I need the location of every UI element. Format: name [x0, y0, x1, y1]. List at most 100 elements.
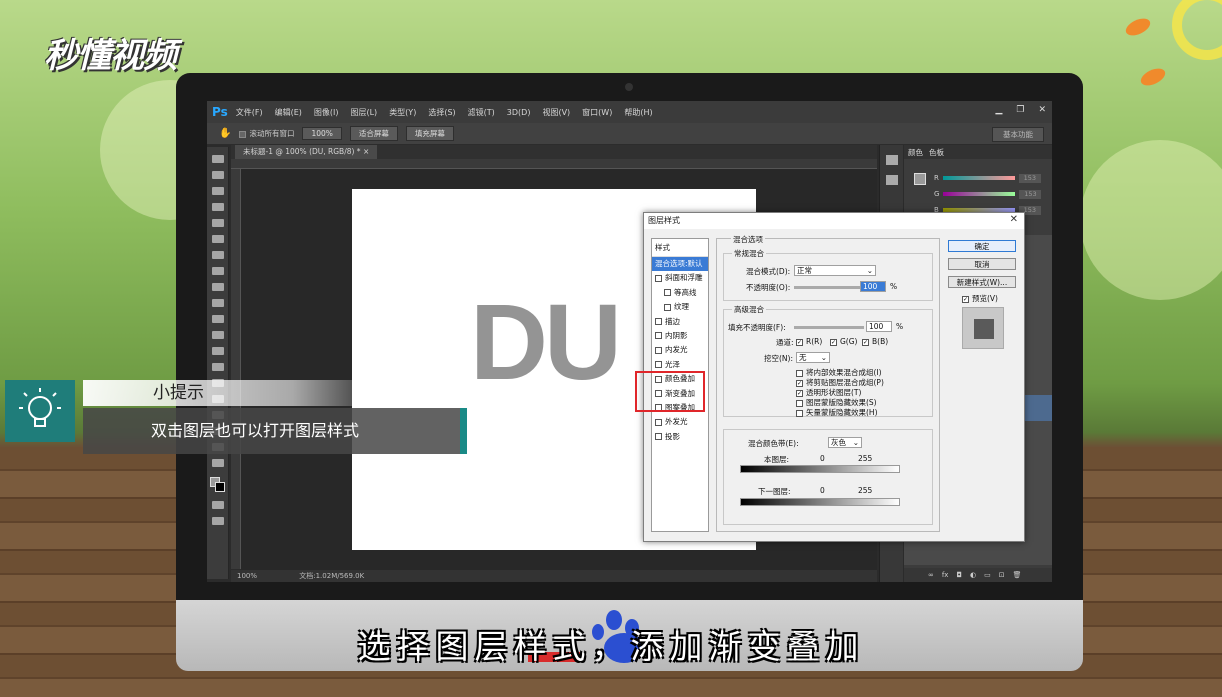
- menu-edit[interactable]: 编辑(E): [275, 107, 302, 118]
- underlying-gradient-slider[interactable]: [740, 498, 900, 506]
- knockout-select[interactable]: 无 ⌄: [796, 352, 830, 363]
- menu-3d[interactable]: 3D(D): [507, 108, 531, 117]
- watermark-logo: 秒懂视频: [44, 36, 177, 76]
- trash-icon[interactable]: 🗑: [1013, 571, 1022, 579]
- zoom-level[interactable]: 100%: [237, 572, 257, 580]
- menu-view[interactable]: 视图(V): [542, 107, 570, 118]
- eyedropper-tool-icon[interactable]: [211, 235, 224, 243]
- folder-icon[interactable]: ▭: [984, 571, 991, 579]
- move-tool-icon[interactable]: [211, 155, 224, 163]
- brush-tool-icon[interactable]: [211, 267, 224, 275]
- hand-tool-icon[interactable]: ✋: [219, 128, 231, 139]
- gradient-tool-icon[interactable]: [211, 331, 224, 339]
- blend-mode-select[interactable]: 正常 ⌄: [794, 265, 876, 276]
- menu-window[interactable]: 窗口(W): [582, 107, 612, 118]
- adjustment-icon[interactable]: ◐: [970, 571, 976, 579]
- status-bar: 100% 文档:1.02M/569.0K: [231, 570, 877, 582]
- opacity-input[interactable]: 100: [860, 281, 886, 292]
- document-tabs: 未标题-1 @ 100% (DU, RGB/8) * ×: [231, 145, 877, 159]
- new-layer-icon[interactable]: ⊡: [999, 571, 1005, 579]
- opacity-slider[interactable]: [794, 286, 864, 289]
- blur-tool-icon[interactable]: [211, 347, 224, 355]
- mask-icon[interactable]: ◘: [956, 571, 962, 579]
- style-outer-glow[interactable]: 外发光: [652, 415, 708, 429]
- advanced-blending-group: 高级混合 填充不透明度(F): 100 % 通道: R(R) G(G) B(B)…: [723, 304, 933, 418]
- foreground-color-swatch[interactable]: [914, 173, 926, 185]
- quick-mask-icon[interactable]: [211, 501, 224, 509]
- style-inner-glow[interactable]: 内发光: [652, 343, 708, 357]
- menu-select[interactable]: 选择(S): [428, 107, 455, 118]
- zoom-tool-icon[interactable]: [211, 459, 224, 467]
- this-layer-gradient-slider[interactable]: [740, 465, 900, 473]
- style-bevel-emboss[interactable]: 斜面和浮雕: [652, 271, 708, 285]
- stamp-tool-icon[interactable]: [211, 283, 224, 291]
- minimize-icon[interactable]: ▁: [995, 105, 1002, 115]
- scroll-all-checkbox[interactable]: 滚动所有窗口: [239, 128, 294, 139]
- document-tab[interactable]: 未标题-1 @ 100% (DU, RGB/8) * ×: [235, 145, 378, 159]
- style-blending-options[interactable]: 混合选项:默认: [652, 257, 708, 272]
- new-style-button[interactable]: 新建样式(W)...: [948, 276, 1016, 288]
- menu-file[interactable]: 文件(F): [236, 107, 263, 118]
- menu-image[interactable]: 图像(I): [314, 107, 339, 118]
- history-panel-icon[interactable]: [885, 155, 898, 165]
- fill-opacity-slider[interactable]: [794, 326, 864, 329]
- underlying-high: 255: [858, 486, 873, 495]
- cancel-button[interactable]: 取消: [948, 258, 1016, 270]
- style-texture[interactable]: 纹理: [652, 300, 708, 314]
- dodge-tool-icon[interactable]: [211, 363, 224, 371]
- screen-mode-icon[interactable]: [211, 517, 224, 525]
- menu-filter[interactable]: 滤镜(T): [468, 107, 495, 118]
- style-contour[interactable]: 等高线: [652, 286, 708, 300]
- style-satin[interactable]: 光泽: [652, 358, 708, 372]
- style-drop-shadow[interactable]: 投影: [652, 430, 708, 444]
- marquee-tool-icon[interactable]: [211, 171, 224, 179]
- fit-screen-button[interactable]: 适合屏幕: [349, 126, 398, 141]
- zoom-100-button[interactable]: 100%: [302, 127, 342, 140]
- menu-help[interactable]: 帮助(H): [624, 107, 652, 118]
- color-panel-tabs: 颜色 色板: [904, 145, 1052, 159]
- leaf-decoration: [1138, 65, 1168, 89]
- channel-r-checkbox[interactable]: R(R): [796, 337, 822, 346]
- lasso-tool-icon[interactable]: [211, 187, 224, 195]
- green-channel-slider[interactable]: G 153: [934, 189, 1048, 199]
- camera-icon: [625, 83, 633, 91]
- advanced-blending-title: 高级混合: [732, 304, 766, 315]
- magic-wand-tool-icon[interactable]: [211, 203, 224, 211]
- blend-if-select[interactable]: 灰色 ⌄: [828, 437, 862, 448]
- underlying-low: 0: [820, 486, 825, 495]
- chevron-down-icon: ⌄: [852, 438, 859, 447]
- crop-tool-icon[interactable]: [211, 219, 224, 227]
- ok-button[interactable]: 确定: [948, 240, 1016, 252]
- fx-icon[interactable]: fx: [942, 571, 949, 579]
- close-icon[interactable]: ✕: [1038, 105, 1046, 115]
- fill-screen-button[interactable]: 填充屏幕: [405, 126, 454, 141]
- tab-color[interactable]: 颜色: [908, 147, 923, 158]
- leaf-decoration: [1123, 15, 1153, 39]
- eraser-tool-icon[interactable]: [211, 315, 224, 323]
- this-layer-label: 本图层:: [764, 455, 790, 464]
- channel-g-checkbox[interactable]: G(G): [830, 337, 857, 346]
- preview-checkbox[interactable]: 预览(V): [962, 293, 998, 304]
- healing-brush-tool-icon[interactable]: [211, 251, 224, 259]
- color-swatches-icon[interactable]: [209, 477, 226, 493]
- channel-b-checkbox[interactable]: B(B): [862, 337, 888, 346]
- workspace-select[interactable]: 基本功能: [992, 127, 1044, 142]
- tab-swatches[interactable]: 色板: [929, 147, 944, 158]
- style-stroke[interactable]: 描边: [652, 315, 708, 329]
- layers-panel-footer: ∞ fx ◘ ◐ ▭ ⊡ 🗑: [904, 568, 1052, 582]
- blend-mode-label: 混合模式(D):: [746, 267, 791, 276]
- history-brush-tool-icon[interactable]: [211, 299, 224, 307]
- properties-panel-icon[interactable]: [885, 175, 898, 185]
- vector-mask-hides-checkbox[interactable]: 矢量蒙版隐藏效果(H): [796, 407, 878, 418]
- canvas-text-layer[interactable]: DU: [470, 279, 622, 404]
- restore-icon[interactable]: ❐: [1016, 105, 1024, 115]
- toolbox: [207, 147, 229, 579]
- style-inner-shadow[interactable]: 内阴影: [652, 329, 708, 343]
- fill-opacity-input[interactable]: 100: [866, 321, 892, 332]
- red-channel-slider[interactable]: R 153: [934, 173, 1048, 183]
- close-icon[interactable]: ✕: [1010, 214, 1018, 225]
- link-layers-icon[interactable]: ∞: [928, 571, 934, 579]
- menu-layer[interactable]: 图层(L): [350, 107, 377, 118]
- blend-if-group: 混合颜色带(E): 灰色 ⌄ 本图层: 0 255 下一图层: 0 255: [723, 429, 933, 525]
- menu-type[interactable]: 类型(Y): [389, 107, 416, 118]
